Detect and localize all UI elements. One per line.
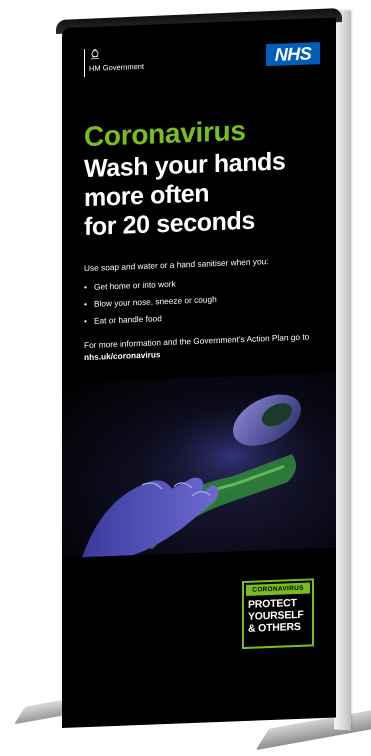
banner-stand-scene: HM Government NHS Coronavirus Wash your … <box>0 0 371 756</box>
list-item: Eat or handle food <box>84 308 217 330</box>
logo-divider <box>84 49 85 78</box>
poster: HM Government NHS Coronavirus Wash your … <box>62 17 336 728</box>
info-url: nhs.uk/coronavirus <box>84 348 161 362</box>
hm-government-logo: HM Government <box>84 47 145 78</box>
hand-tap-illustration <box>82 386 336 558</box>
nhs-logo: NHS <box>266 42 320 67</box>
headline-kicker: Coronavirus <box>84 114 246 153</box>
advice-list: Get home or into work Blow your nose, sn… <box>84 274 217 330</box>
headline: Wash your hands more often for 20 second… <box>84 146 324 242</box>
hand-washing-photo <box>62 372 336 558</box>
hm-government-label: HM Government <box>89 61 145 73</box>
intro-text: Use soap and water or a hand sanitiser w… <box>84 256 269 274</box>
banner-side-panel <box>334 9 351 731</box>
protect-line: & OTHERS <box>248 620 301 635</box>
more-info-text: For more information and the Government'… <box>84 331 314 363</box>
more-info-label: For more information and the Government'… <box>84 331 310 351</box>
protect-tag: CORONAVIRUS <box>246 582 310 596</box>
crest-icon <box>91 48 99 60</box>
protect-yourself-badge: CORONAVIRUS PROTECT YOURSELF & OTHERS <box>242 578 314 650</box>
